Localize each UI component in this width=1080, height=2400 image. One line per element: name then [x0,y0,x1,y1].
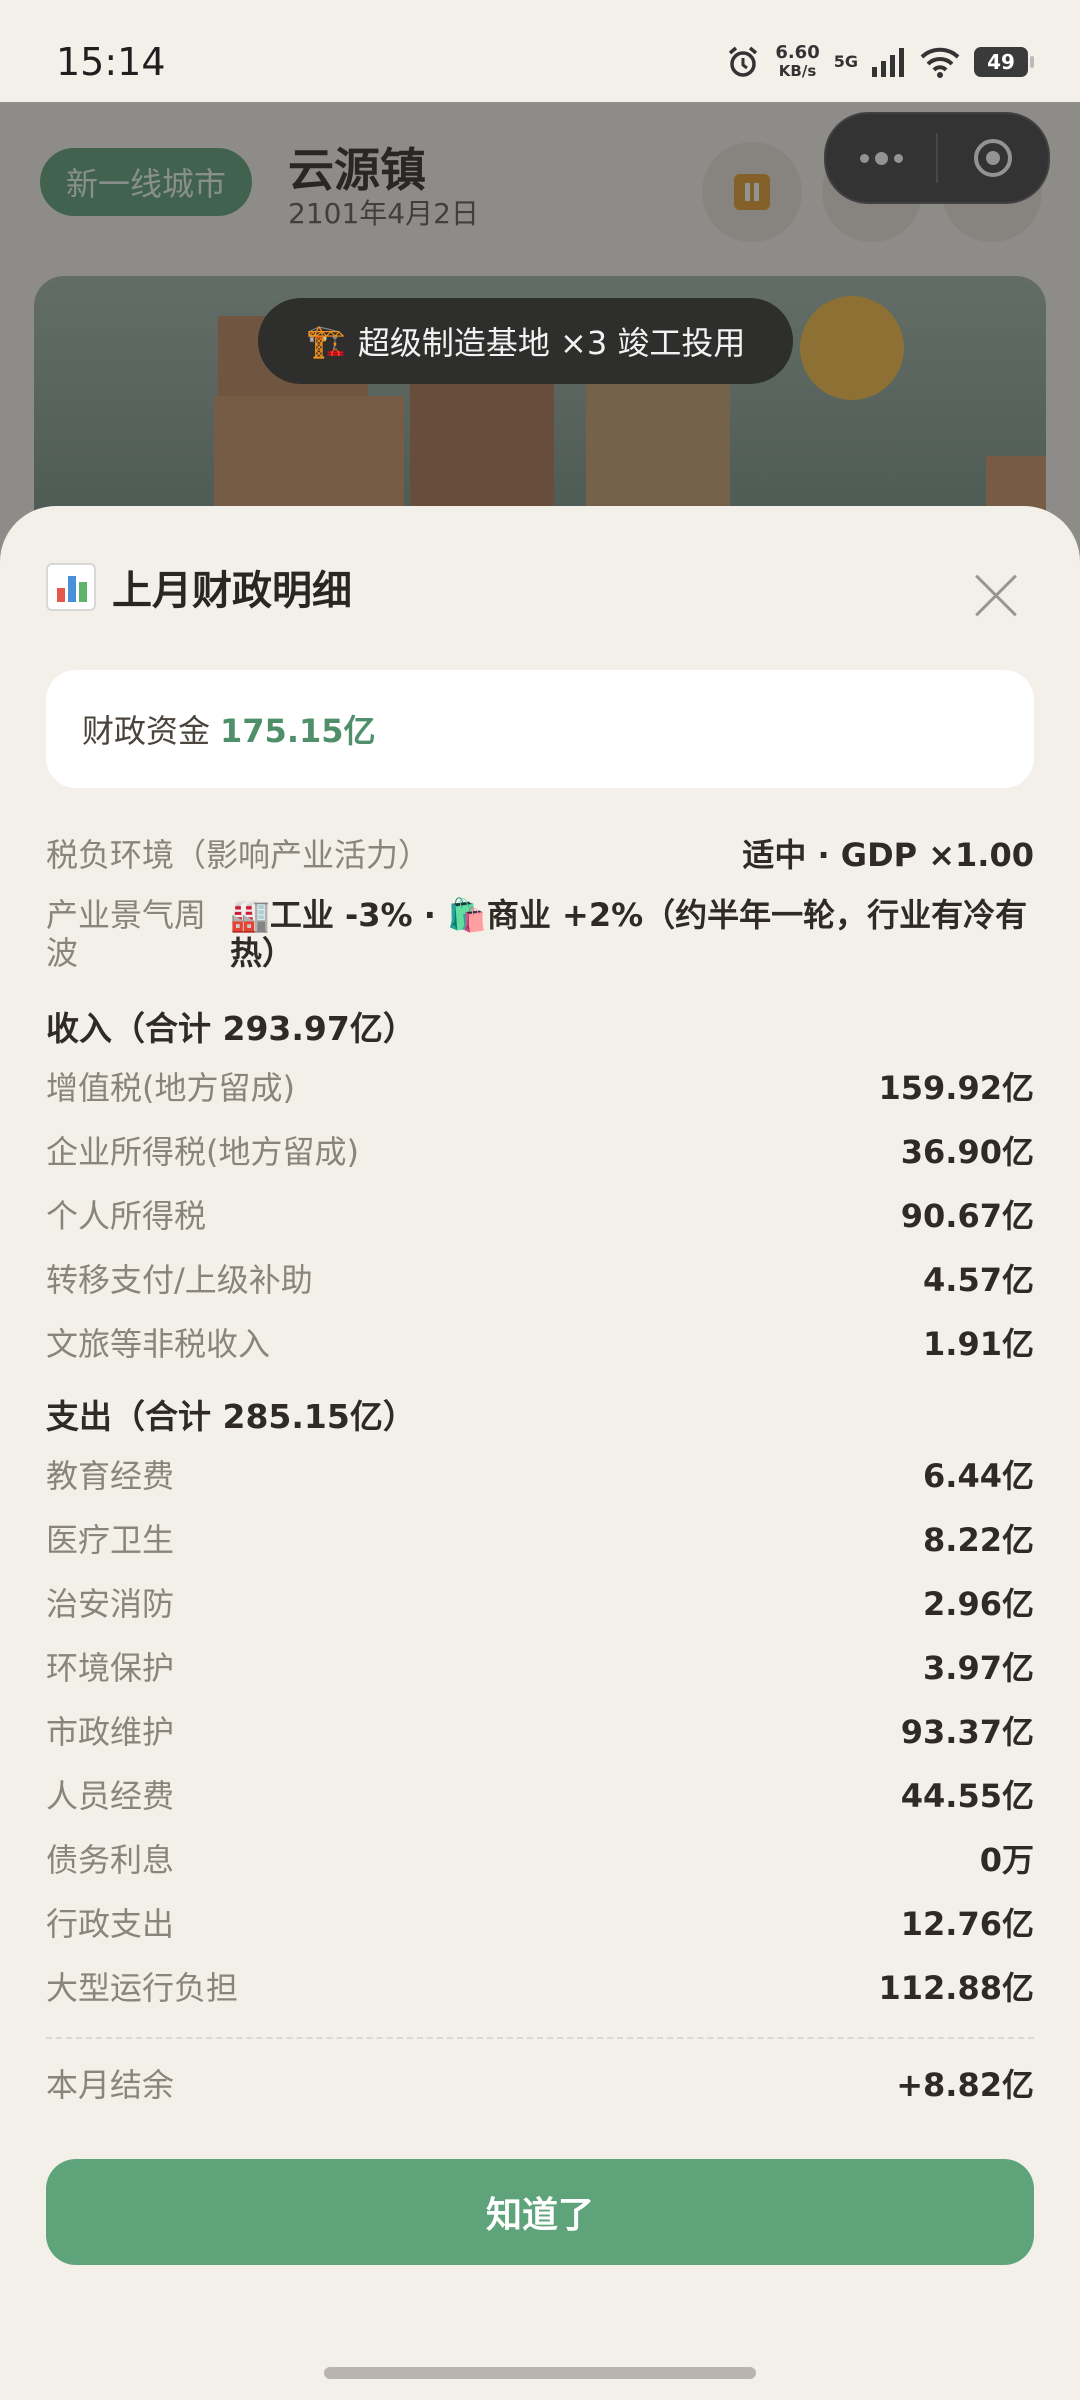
funds-label: 财政资金 [82,712,211,750]
expense-title: 支出（合计 285.15亿） [46,1397,416,1436]
expense-value: 12.76亿 [900,1905,1034,1943]
expense-label: 行政支出 [46,1905,175,1943]
alarm-icon [729,46,758,77]
expense-row: 医疗卫生 8.22亿 [46,1514,1034,1562]
sheet-header: 上月财政明细 [46,558,352,616]
funds-card: 财政资金 175.15亿 [46,670,1034,788]
income-row: 增值税(地方留成) 159.92亿 [46,1062,1034,1110]
expense-row: 治安消防 2.96亿 [46,1578,1034,1626]
status-bar: 15:14 6.60 KB/s 5G 49 [0,0,1080,102]
income-row: 个人所得税 90.67亿 [46,1190,1034,1238]
expense-row: 行政支出 12.76亿 [46,1898,1034,1946]
expense-label: 债务利息 [46,1841,175,1879]
expense-label: 教育经费 [46,1457,175,1495]
income-row: 文旅等非税收入 1.91亿 [46,1318,1034,1366]
expense-label: 治安消防 [46,1585,175,1623]
tax-env-label: 税负环境（影响产业活力） [46,836,431,874]
confirm-button[interactable]: 知道了 [46,2159,1034,2265]
sheet-title: 上月财政明细 [112,568,352,614]
cycle-value: 🏭工业 -3% · 🛍️商业 +2%（约半年一轮，行业有冷有热） [230,896,1028,972]
finance-sheet: 上月财政明细 财政资金 175.15亿 税负环境（影响产业活力） 适中 · GD… [0,506,1080,2400]
expense-label: 人员经费 [46,1777,175,1815]
crane-icon: 🏗️ [306,322,346,360]
wifi-icon [920,47,960,78]
expense-value: 0万 [979,1841,1034,1879]
bar-chart-icon [46,563,96,611]
completion-toast: 🏗️ 超级制造基地 ×3 竣工投用 [258,298,794,384]
divider [46,2037,1034,2039]
toast-text: 超级制造基地 ×3 竣工投用 [357,324,746,362]
balance-row: 本月结余 +8.82亿 [46,2059,1034,2107]
balance-label: 本月结余 [46,2066,175,2104]
income-label: 转移支付/上级补助 [46,1261,313,1299]
expense-row: 教育经费 6.44亿 [46,1450,1034,1498]
income-value: 90.67亿 [900,1197,1034,1235]
income-value: 159.92亿 [878,1069,1035,1107]
network-type: 5G [833,52,858,71]
expense-label: 环境保护 [46,1649,175,1687]
tax-env-value: 适中 · GDP ×1.00 [742,836,1034,874]
status-icons: 6.60 KB/s 5G 49 [725,40,1034,84]
status-time: 15:14 [56,40,166,84]
income-label: 企业所得税(地方留成) [46,1133,359,1171]
expense-value: 112.88亿 [878,1969,1035,2007]
expense-label: 大型运行负担 [46,1969,239,2007]
net-speed: 6.60 KB/s [775,42,820,81]
expense-row: 环境保护 3.97亿 [46,1642,1034,1690]
expense-value: 8.22亿 [923,1521,1034,1559]
income-value: 4.57亿 [923,1261,1034,1299]
expense-row: 大型运行负担 112.88亿 [46,1962,1034,2010]
tax-environment-row: 税负环境（影响产业活力） 适中 · GDP ×1.00 [46,830,1034,878]
expense-label: 医疗卫生 [46,1521,175,1559]
expense-row: 市政维护 93.37亿 [46,1706,1034,1754]
income-label: 个人所得税 [46,1197,207,1235]
close-button[interactable] [974,574,1018,618]
expense-value: 93.37亿 [900,1713,1034,1751]
industry-cycle-row: 产业景气周波 🏭工业 -3% · 🛍️商业 +2%（约半年一轮，行业有冷有热） [46,896,1034,976]
signal-icon [872,48,904,77]
expense-value: 3.97亿 [923,1649,1034,1687]
expense-row: 人员经费 44.55亿 [46,1770,1034,1818]
income-value: 1.91亿 [923,1325,1034,1363]
cycle-label: 产业景气周波 [46,896,207,972]
home-indicator[interactable] [324,2367,756,2379]
income-label: 增值税(地方留成) [46,1069,295,1107]
expense-value: 2.96亿 [923,1585,1034,1623]
income-title: 收入（合计 293.97亿） [46,1009,416,1048]
battery-icon: 49 [974,47,1034,77]
expense-value: 44.55亿 [900,1777,1034,1815]
income-label: 文旅等非税收入 [46,1325,271,1363]
expense-label: 市政维护 [46,1713,175,1751]
income-value: 36.90亿 [900,1133,1034,1171]
balance-value: +8.82亿 [896,2066,1034,2104]
funds-value: 175.15亿 [220,712,376,750]
income-row: 企业所得税(地方留成) 36.90亿 [46,1126,1034,1174]
income-row: 转移支付/上级补助 4.57亿 [46,1254,1034,1302]
expense-row: 债务利息 0万 [46,1834,1034,1882]
expense-value: 6.44亿 [923,1457,1034,1495]
